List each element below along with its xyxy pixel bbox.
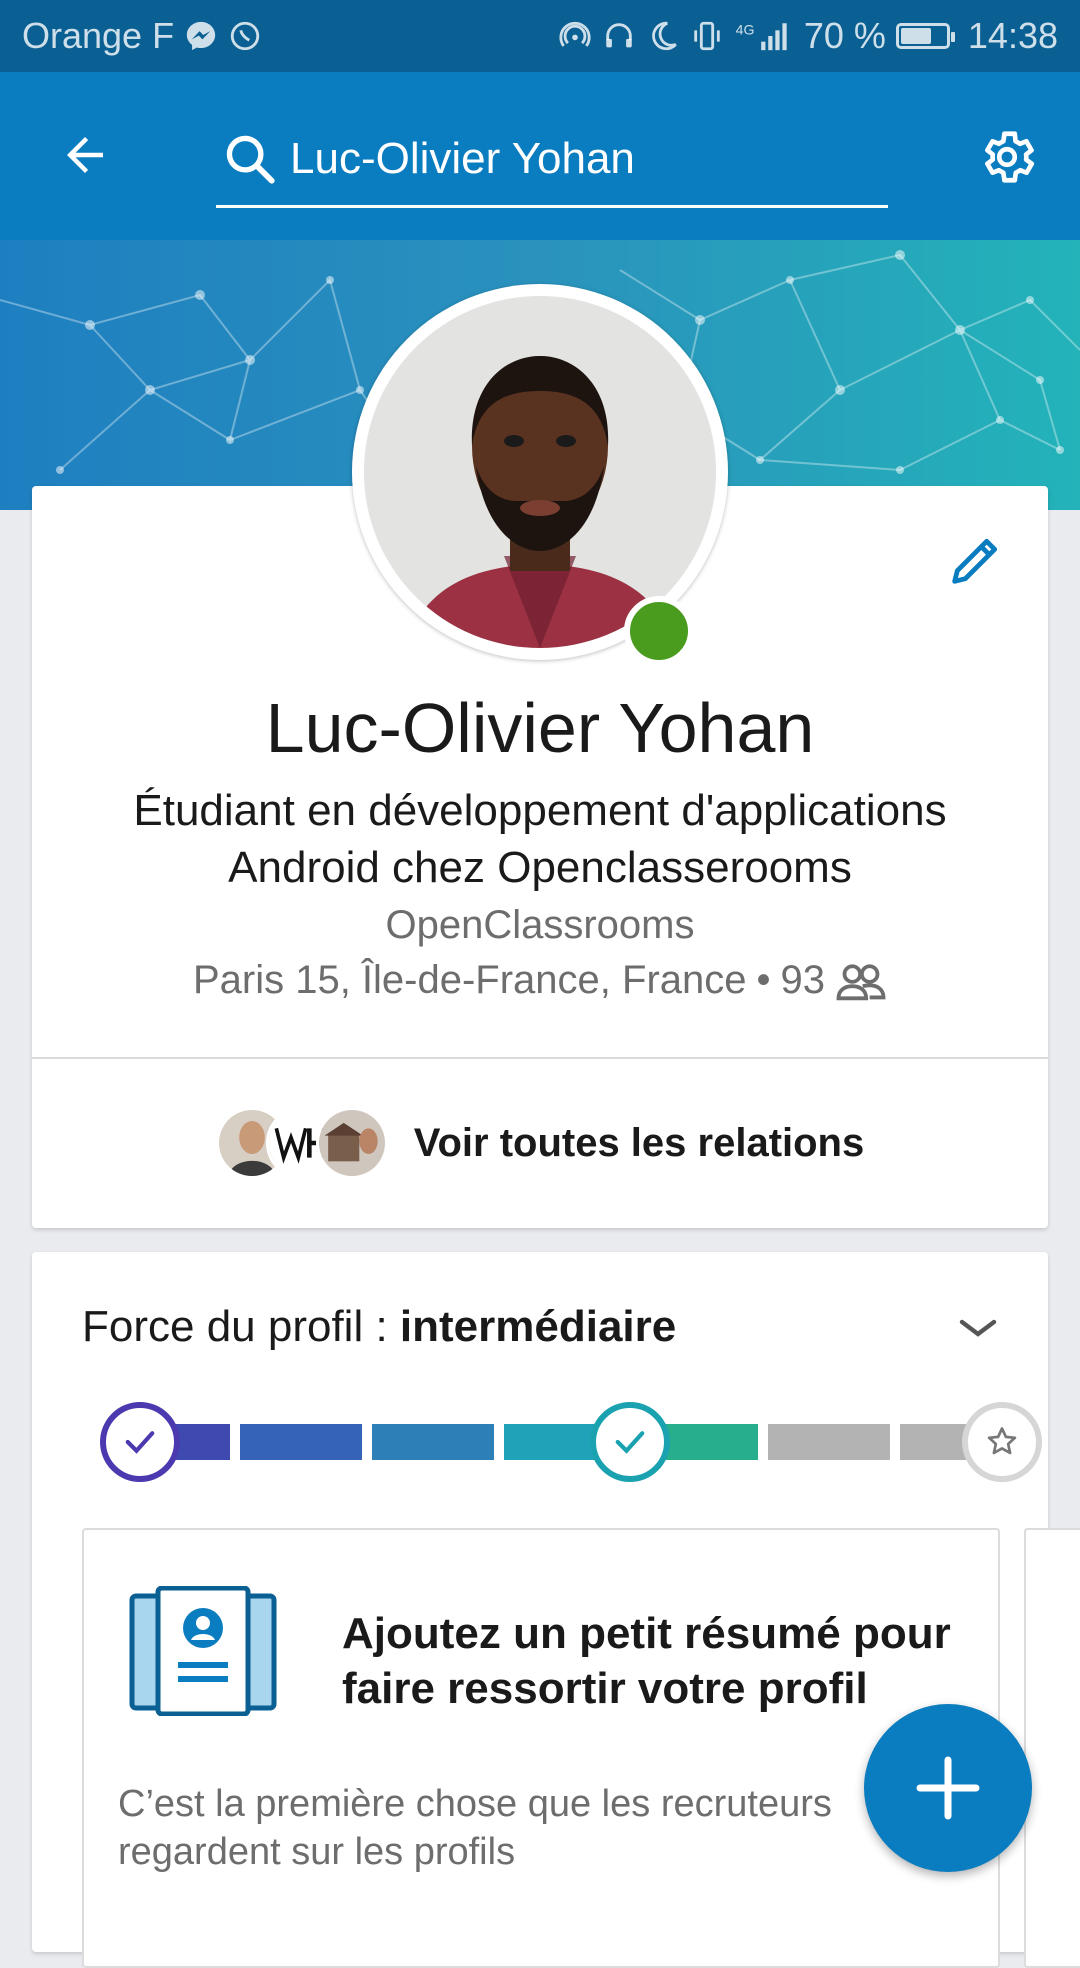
search-input[interactable] <box>290 133 888 184</box>
status-right: 4G 70 % 14:38 <box>558 15 1058 57</box>
arrow-back-icon <box>67 137 103 173</box>
avatar-photo <box>364 296 716 648</box>
carrier-label: Orange F <box>22 15 175 56</box>
app-bar <box>0 72 1080 240</box>
battery-icon <box>895 23 955 49</box>
gear-icon <box>985 131 1035 183</box>
strength-segment <box>372 1424 494 1460</box>
edit-profile-button[interactable] <box>940 524 1012 596</box>
vibrate-icon <box>690 19 724 53</box>
people-icon <box>835 961 887 1001</box>
profile-headline: Étudiant en développement d'applications… <box>133 786 947 892</box>
strength-segment <box>768 1424 890 1460</box>
hotspot-icon <box>558 19 592 53</box>
strength-segment <box>240 1424 362 1460</box>
strength-step-check <box>100 1402 180 1482</box>
profile-company: OpenClassrooms <box>385 903 695 947</box>
whatsapp-icon <box>228 19 262 53</box>
status-bar: Orange F 4G 70 % 14:38 <box>0 0 1080 72</box>
star-icon <box>987 1427 1017 1455</box>
suggestion-description: C’est la première chose que les recruteu… <box>118 1783 832 1873</box>
chevron-down-icon <box>959 1319 997 1337</box>
status-left: Orange F <box>22 15 262 57</box>
messenger-icon <box>184 19 218 53</box>
next-suggestion-card[interactable] <box>1024 1528 1080 1968</box>
separator-dot: • <box>756 958 771 1002</box>
profile-location: Paris 15, Île-de-France, France <box>192 958 747 1002</box>
connection-avatar <box>315 1107 388 1179</box>
settings-button[interactable] <box>972 122 1042 192</box>
profile-photo <box>364 296 716 648</box>
see-all-connections-button[interactable]: Voir toutes les relations <box>32 1060 1048 1226</box>
back-button[interactable] <box>52 122 118 188</box>
profile-strength-label: Force du profil : <box>82 1302 400 1351</box>
profile-summary-icon <box>128 1585 278 1717</box>
pencil-icon <box>952 538 998 584</box>
suggestion-title: Ajoutez un petit résumé pour faire resso… <box>342 1609 951 1713</box>
card-divider <box>32 1057 1048 1059</box>
see-all-connections-label: Voir toutes les relations <box>413 1120 865 1165</box>
add-section-button[interactable] <box>864 1704 1032 1872</box>
connections-avatars <box>215 1107 390 1179</box>
location-row: Paris 15, Île-de-France, France • 93 <box>32 958 1048 1003</box>
checkmark-icon <box>615 1431 645 1454</box>
search-icon <box>220 129 280 189</box>
clock: 14:38 <box>967 15 1058 56</box>
profile-strength-meter <box>68 1392 1048 1482</box>
checkmark-icon <box>125 1431 155 1454</box>
signal-icon: 4G <box>734 19 794 53</box>
moon-icon <box>646 19 680 53</box>
suggestion-card[interactable]: Ajoutez un petit résumé pour faire resso… <box>82 1528 1000 1968</box>
battery-percent: 70 % <box>803 15 886 56</box>
plus-icon <box>916 1756 980 1820</box>
strength-step-check-current <box>590 1402 670 1482</box>
headset-icon <box>602 19 636 53</box>
network-type: 4G <box>736 23 755 39</box>
expand-strength-button[interactable] <box>946 1296 1010 1360</box>
profile-name: Luc-Olivier Yohan <box>265 689 815 767</box>
profile-strength-title: Force du profil : intermédiaire <box>82 1302 676 1352</box>
connections-count: 93 <box>780 958 826 1002</box>
battery-fill <box>900 28 931 44</box>
online-status-indicator <box>624 596 694 666</box>
search-bar <box>216 112 888 208</box>
profile-strength-level: intermédiaire <box>399 1302 677 1351</box>
strength-step-star <box>962 1402 1042 1482</box>
